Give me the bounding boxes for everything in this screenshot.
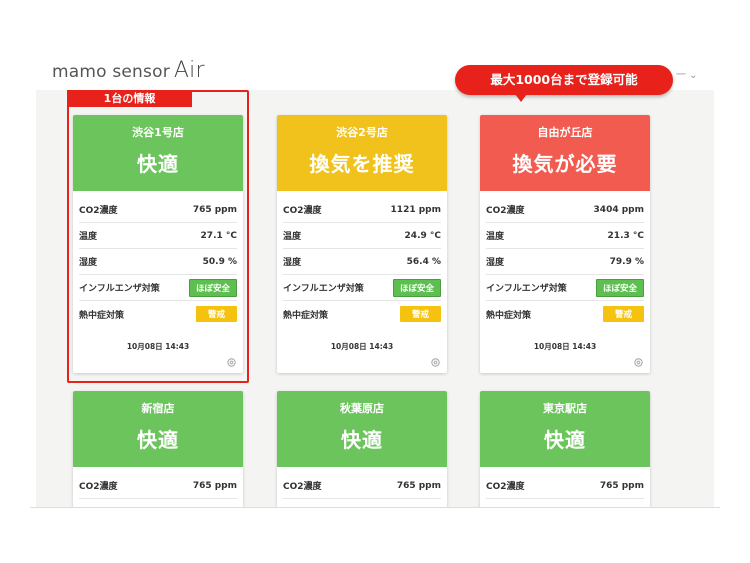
co2-row: CO2濃度 765 ppm bbox=[283, 473, 441, 499]
humidity-value: 56.4 % bbox=[406, 256, 441, 267]
card-header: 秋葉原店 快適 bbox=[277, 391, 447, 467]
co2-row: CO2濃度 765 ppm bbox=[486, 473, 644, 499]
humidity-value: 79.9 % bbox=[609, 256, 644, 267]
logo-text: mamo sensor bbox=[52, 62, 170, 82]
card-header: 渋谷2号店 換気を推奨 bbox=[277, 115, 447, 191]
co2-value: 3404 ppm bbox=[593, 204, 644, 215]
temp-row: 温度 21.3 °C bbox=[486, 223, 644, 249]
co2-label: CO2濃度 bbox=[283, 206, 322, 216]
store-name: 渋谷2号店 bbox=[336, 126, 388, 139]
temp-value: 21.3 °C bbox=[607, 230, 644, 241]
sensor-card[interactable]: 新宿店 快適 CO2濃度 765 ppm bbox=[73, 391, 243, 508]
co2-label: CO2濃度 bbox=[486, 206, 525, 216]
account-menu[interactable]: 一 ⌄ bbox=[676, 66, 698, 81]
humidity-label: 湿度 bbox=[283, 258, 302, 268]
sensor-card[interactable]: 秋葉原店 快適 CO2濃度 765 ppm bbox=[277, 391, 447, 508]
influenza-badge: ほぼ安全 bbox=[595, 278, 644, 297]
sensor-card[interactable]: 東京駅店 快適 CO2濃度 765 ppm bbox=[480, 391, 650, 508]
logo-air: Air bbox=[173, 58, 205, 83]
temp-row: 温度 24.9 °C bbox=[283, 223, 441, 249]
co2-value: 765 ppm bbox=[192, 480, 237, 491]
air-status: 換気を推奨 bbox=[309, 152, 415, 176]
card-header: 新宿店 快適 bbox=[73, 391, 243, 467]
store-name: 新宿店 bbox=[141, 402, 175, 415]
app-logo: mamo sensor Air bbox=[52, 58, 205, 83]
influenza-label: インフルエンザ対策 bbox=[486, 284, 567, 294]
co2-row: CO2濃度 3404 ppm bbox=[486, 197, 644, 223]
co2-value: 1121 ppm bbox=[390, 204, 441, 215]
store-name: 東京駅店 bbox=[543, 402, 587, 415]
store-name: 自由が丘店 bbox=[537, 126, 593, 139]
co2-row: CO2濃度 765 ppm bbox=[79, 473, 237, 499]
highlight-label: 1台の情報 bbox=[67, 90, 192, 107]
highlight-frame bbox=[67, 90, 249, 383]
co2-label: CO2濃度 bbox=[79, 482, 118, 492]
card-header: 東京駅店 快適 bbox=[480, 391, 650, 467]
air-status: 換気が必要 bbox=[512, 152, 618, 176]
callout-bubble: 最大1000台まで登録可能 bbox=[455, 65, 673, 102]
air-status: 快適 bbox=[137, 428, 179, 452]
humidity-row: 湿度 79.9 % bbox=[486, 249, 644, 275]
influenza-label: インフルエンザ対策 bbox=[283, 284, 364, 294]
humidity-row: 湿度 56.4 % bbox=[283, 249, 441, 275]
divider bbox=[30, 507, 720, 508]
co2-value: 765 ppm bbox=[396, 480, 441, 491]
co2-value: 765 ppm bbox=[599, 480, 644, 491]
timestamp: 10月08日 14:43 bbox=[330, 342, 394, 351]
air-status: 快適 bbox=[544, 428, 586, 452]
humidity-label: 湿度 bbox=[486, 258, 505, 268]
influenza-row: インフルエンザ対策 ほぼ安全 bbox=[283, 275, 441, 301]
sensor-card[interactable]: 渋谷2号店 換気を推奨 CO2濃度 1121 ppm 温度 24.9 °C 湿度 56… bbox=[277, 115, 447, 373]
gear-icon[interactable] bbox=[430, 357, 441, 368]
heatstroke-badge: 警戒 bbox=[399, 306, 441, 322]
influenza-badge: ほぼ安全 bbox=[392, 278, 441, 297]
co2-label: CO2濃度 bbox=[486, 482, 525, 492]
heatstroke-badge: 警戒 bbox=[602, 306, 644, 322]
gear-icon[interactable] bbox=[633, 357, 644, 368]
co2-label: CO2濃度 bbox=[283, 482, 322, 492]
heatstroke-row: 熱中症対策 警戒 bbox=[283, 301, 441, 327]
temp-label: 温度 bbox=[283, 232, 302, 242]
co2-row: CO2濃度 1121 ppm bbox=[283, 197, 441, 223]
card-header: 自由が丘店 換気が必要 bbox=[480, 115, 650, 191]
influenza-row: インフルエンザ対策 ほぼ安全 bbox=[486, 275, 644, 301]
temp-label: 温度 bbox=[486, 232, 505, 242]
sensor-card[interactable]: 自由が丘店 換気が必要 CO2濃度 3404 ppm 温度 21.3 °C 湿度 79… bbox=[480, 115, 650, 373]
heatstroke-label: 熱中症対策 bbox=[283, 310, 329, 321]
store-name: 秋葉原店 bbox=[340, 402, 384, 415]
timestamp: 10月08日 14:43 bbox=[533, 342, 597, 351]
heatstroke-row: 熱中症対策 警戒 bbox=[486, 301, 644, 327]
heatstroke-label: 熱中症対策 bbox=[486, 310, 532, 321]
temp-value: 24.9 °C bbox=[404, 230, 441, 241]
air-status: 快適 bbox=[341, 428, 383, 452]
